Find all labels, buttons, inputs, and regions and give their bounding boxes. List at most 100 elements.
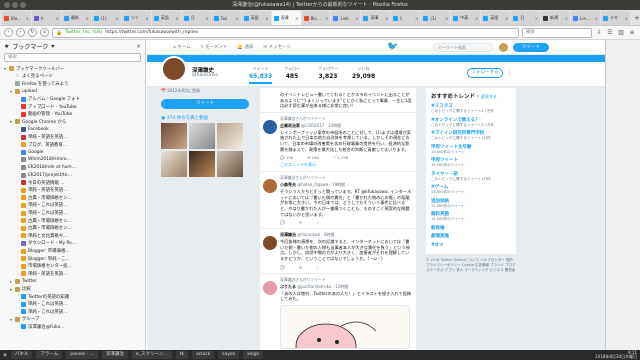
bookmark-item[interactable]: 単純と文化資格ギ… [0, 232, 145, 240]
tweet-author-name[interactable]: 深澤謙治 [280, 232, 296, 237]
bookmark-item[interactable]: 古典・市場価格セン… [0, 217, 145, 225]
reply-button[interactable]: 💬 196 [280, 155, 293, 160]
trends-change-link[interactable]: 変更する [481, 94, 497, 99]
tab-close-icon[interactable]: × [445, 16, 448, 21]
bookmark-item[interactable]: Blogger: 市場価格… [0, 247, 145, 255]
media-link[interactable]: ▣ 374 件の写真と動画 [161, 115, 256, 121]
tab-close-icon[interactable]: × [565, 16, 568, 21]
bookmark-item[interactable]: Twitterの英語の知識 [0, 293, 145, 301]
taskbar-item[interactable]: アラーム [36, 351, 63, 359]
nav-moments[interactable]: ϟ モーメント [201, 44, 228, 50]
tab-close-icon[interactable]: × [115, 16, 118, 21]
back-icon[interactable]: ‹ [4, 28, 13, 37]
tab-close-icon[interactable]: × [625, 16, 628, 21]
nav-home[interactable]: ⌂ ホーム [173, 44, 191, 50]
dropdown-icon[interactable]: ▾ [51, 43, 54, 50]
taskbar-item[interactable]: sayes [218, 351, 240, 359]
nav-messages[interactable]: ✉ メッセージ [263, 44, 291, 50]
browser-tab[interactable]: 新規 × [541, 11, 571, 25]
bookmark-item[interactable]: ダウンロード - My Po… [0, 240, 145, 248]
profile-avatar[interactable] [161, 56, 187, 82]
tweet-avatar[interactable] [263, 236, 277, 251]
tab-close-icon[interactable]: × [295, 16, 298, 21]
tweet-to-button[interactable]: ツイート [161, 99, 249, 109]
tab-close-icon[interactable]: × [595, 16, 598, 21]
retweet-button[interactable]: ⟲ [299, 265, 302, 270]
sidebar-header[interactable]: ★ ブックマーク ▾ × [0, 40, 145, 52]
retweet-button[interactable]: ⟲ [299, 220, 302, 225]
bookmark-item[interactable]: EK2017/project/te… [0, 171, 145, 179]
profile-stat[interactable]: フォロワー 3,823 [318, 66, 338, 80]
new-tab-icon[interactable]: + [634, 14, 640, 22]
tab-close-icon[interactable]: × [265, 16, 268, 21]
trend-item[interactable]: #ミスタス このトピックに関するツイート4.7万件 [431, 103, 511, 114]
bookmark-item[interactable]: 古典・市場価格セン… [0, 194, 145, 202]
taskbar-clock[interactable]: 9:11 2018年8月30日木曜日 [595, 350, 637, 360]
url-text[interactable]: https://twitter.com/fukasawa/with_replie… [105, 30, 198, 35]
browser-tab[interactable]: 英語 × [151, 11, 181, 25]
maximize-window-icon[interactable] [20, 2, 26, 8]
bookmark-item[interactable]: アルバム - Google フォト [0, 95, 145, 103]
browser-tab[interactable]: Lin… × [571, 11, 601, 25]
media-thumbnail[interactable] [161, 151, 187, 177]
forward-icon[interactable]: › [16, 28, 25, 37]
bookmark-item[interactable]: Whim2018/Hiroro… [0, 156, 145, 164]
browser-tab[interactable]: 中高 × [451, 11, 481, 25]
bookmark-folder[interactable]: ▾ upload [0, 88, 145, 96]
trend-item[interactable]: 追加価格 12,000件のツイート [431, 198, 511, 209]
tab-close-icon[interactable]: × [175, 16, 178, 21]
account-avatar[interactable] [499, 43, 508, 52]
tab-close-icon[interactable]: × [415, 16, 418, 21]
trend-item[interactable]: 甲府ツイート 15,000件のツイート [431, 157, 511, 168]
tab-close-icon[interactable]: × [235, 16, 238, 21]
media-thumbnail[interactable] [189, 151, 215, 177]
lock-icon[interactable]: 🔒 [56, 30, 62, 36]
bookmark-item[interactable]: 今日の英語情報 … [0, 179, 145, 187]
taskbar-item[interactable]: パネル [10, 351, 33, 359]
start-menu-icon[interactable]: ◉ [3, 353, 7, 358]
bookmark-item[interactable]: 単純・英語を英語… [0, 133, 145, 141]
bookmark-folder[interactable]: ▸ Twitter [0, 278, 145, 286]
site-identity[interactable]: Twitter, Inc. (US) [65, 30, 102, 35]
tweet-card[interactable]: 深澤謙治さんがリツイート 小森秀夫 @hideo_Ogawa · 19時間 そういう… [260, 172, 416, 230]
trend-item[interactable]: #オメ [431, 242, 511, 248]
browser-tab[interactable]: (1) × [421, 11, 451, 25]
tab-close-icon[interactable]: × [535, 16, 538, 21]
media-thumbnail[interactable] [217, 123, 243, 149]
bookmark-item[interactable]: Facebook [0, 126, 145, 134]
browser-tab[interactable]: Link × [331, 11, 361, 25]
tab-close-icon[interactable]: × [86, 16, 89, 21]
browser-tab[interactable]: Blo… × [301, 11, 331, 25]
follow-button[interactable]: フォローする [467, 68, 503, 78]
browser-tab[interactable]: テキ × [601, 11, 631, 25]
trend-item[interactable]: 劇場実施 [431, 233, 511, 239]
compose-tweet-button[interactable]: ツイート [513, 43, 549, 52]
media-thumbnail[interactable] [161, 123, 187, 149]
bookmark-item[interactable]: 動画の管理 - YouTube [0, 111, 145, 119]
profile-stat[interactable]: ツイート 65,833 [249, 66, 273, 84]
like-button[interactable]: ♡ [316, 265, 319, 270]
browser-tab[interactable]: 英語 × [481, 11, 511, 25]
tweet-author-name[interactable]: 小森秀夫 [280, 182, 296, 187]
bookmark-folder[interactable]: ▾ 比較 [0, 285, 145, 293]
trend-item[interactable]: #ゲーム 15,000件のツイート [431, 184, 511, 195]
browser-tab[interactable]: 深澤 × [271, 11, 301, 25]
bookmark-item[interactable]: EK2018/role at hum… [0, 164, 145, 172]
url-field[interactable]: 🔒 Twitter, Inc. (US) https://twitter.com… [52, 27, 519, 38]
tab-close-icon[interactable]: × [505, 16, 508, 21]
bookmark-search-input[interactable]: 検索 [4, 53, 141, 62]
tab-close-icon[interactable]: × [145, 16, 148, 21]
bookmark-item[interactable]: アップロード - YouTube [0, 103, 145, 111]
reply-button[interactable]: 💬 [280, 265, 285, 270]
taskbar-item[interactable]: tk [175, 351, 189, 359]
trend-item[interactable]: #プイイン研究所専門学校 このトピックに関するツイート1万件 [431, 130, 511, 141]
trend-item[interactable]: 新政権 [431, 225, 511, 231]
bookmark-item[interactable]: 単純・これは英語… [0, 209, 145, 217]
bookmark-item[interactable]: Firefox を使ってみよう [0, 80, 145, 88]
more-options-icon[interactable]: ⋮ [507, 69, 513, 76]
bookmark-item[interactable]: 市場価格センター投… [0, 262, 145, 270]
bookmark-item[interactable]: ブログ、英語教育… [0, 141, 145, 149]
tab-close-icon[interactable]: × [325, 16, 328, 21]
browser-tab[interactable]: 英語 × [241, 11, 271, 25]
bookmark-item[interactable]: 深澤謙治@Fuka… [0, 323, 145, 331]
